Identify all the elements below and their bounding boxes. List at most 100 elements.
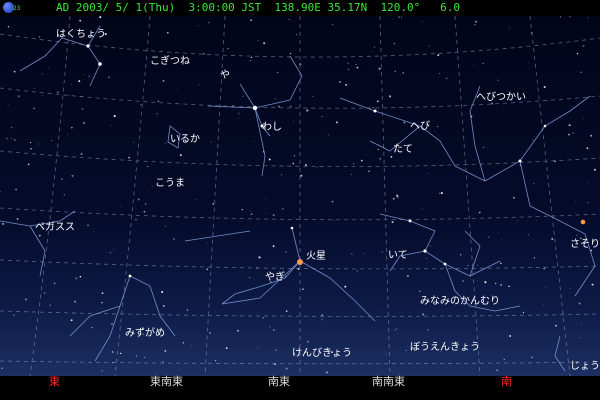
direction-sse[interactable]: 南南東 xyxy=(372,376,405,388)
background-star xyxy=(392,197,395,200)
background-star xyxy=(74,300,77,303)
background-star xyxy=(304,163,307,166)
background-star xyxy=(379,157,382,160)
background-star xyxy=(422,20,424,22)
background-star xyxy=(135,355,137,357)
background-star xyxy=(13,70,16,73)
background-star xyxy=(10,126,13,129)
background-star xyxy=(6,137,8,140)
background-star xyxy=(588,181,590,183)
background-star xyxy=(484,281,487,284)
background-star xyxy=(147,166,149,168)
background-star xyxy=(0,190,1,193)
label-mars[interactable]: 火星 xyxy=(306,251,326,263)
background-star xyxy=(516,220,518,222)
background-star xyxy=(166,31,169,34)
background-star xyxy=(576,53,579,55)
background-star xyxy=(13,314,15,316)
background-star xyxy=(402,72,404,74)
background-star xyxy=(265,213,267,215)
label-ite: いて xyxy=(388,250,408,261)
background-star xyxy=(24,298,27,301)
background-star xyxy=(280,174,283,176)
label-minaminokanmuri: みなみのかんむり xyxy=(420,296,500,307)
background-star xyxy=(551,237,554,240)
logo-label: 23 xyxy=(13,5,21,12)
background-star xyxy=(373,46,376,48)
background-star xyxy=(591,283,594,286)
background-star xyxy=(38,234,41,237)
background-star xyxy=(107,76,110,79)
background-star xyxy=(250,19,252,21)
mars-marker[interactable] xyxy=(297,259,303,265)
background-star xyxy=(148,189,150,191)
background-star xyxy=(83,74,84,76)
background-star xyxy=(321,115,323,117)
background-star xyxy=(351,174,352,176)
background-star xyxy=(113,115,116,118)
direction-se[interactable]: 南東 xyxy=(268,376,290,388)
background-star xyxy=(133,141,135,143)
sky-view[interactable]: はくちょう こぎつね や へびつかい いるか わし へび たて こうま ペガスス… xyxy=(0,16,600,376)
background-star xyxy=(285,310,288,312)
background-star xyxy=(119,352,122,355)
background-star xyxy=(179,154,182,157)
background-star xyxy=(321,319,323,321)
label-kouma: こうま xyxy=(155,178,185,189)
background-star xyxy=(273,329,275,331)
background-star xyxy=(91,326,93,329)
background-star xyxy=(101,292,104,295)
background-star xyxy=(156,113,158,115)
background-star xyxy=(576,234,578,236)
background-star xyxy=(206,268,208,271)
background-star xyxy=(75,277,78,280)
background-star xyxy=(290,105,292,107)
background-star xyxy=(119,205,121,207)
background-star xyxy=(253,140,255,142)
background-star xyxy=(71,174,74,177)
background-star xyxy=(437,54,440,57)
background-star xyxy=(385,353,387,355)
background-star xyxy=(30,148,32,150)
background-star xyxy=(332,24,334,26)
background-star xyxy=(165,226,167,228)
planetarium-window: 23 AD 2003/ 5/ 1(Thu) 3:00:00 JST 138.90… xyxy=(0,0,600,400)
background-star xyxy=(109,252,111,254)
background-star xyxy=(143,357,145,358)
background-star xyxy=(83,122,85,124)
background-star xyxy=(258,256,261,259)
background-star xyxy=(543,85,546,89)
background-star xyxy=(360,159,363,162)
background-star xyxy=(418,309,420,311)
background-star xyxy=(345,84,347,86)
background-star xyxy=(306,109,309,112)
background-star xyxy=(39,36,41,38)
background-star xyxy=(16,218,19,220)
label-pegasus: ペガスス xyxy=(35,222,75,233)
background-star xyxy=(497,79,499,81)
background-star xyxy=(578,302,581,305)
background-star xyxy=(249,59,252,62)
background-star xyxy=(162,361,164,363)
background-star xyxy=(176,89,178,91)
background-star xyxy=(316,167,318,169)
label-hakuchou: はくちょう xyxy=(56,29,106,40)
direction-s[interactable]: 南 xyxy=(501,376,512,388)
background-star xyxy=(33,107,35,110)
antares-star[interactable] xyxy=(580,219,586,225)
label-hebitsukai: へびつかい xyxy=(476,92,526,103)
background-star xyxy=(68,94,70,96)
background-star xyxy=(395,328,397,330)
background-star xyxy=(533,257,535,259)
background-star xyxy=(500,284,502,286)
background-star xyxy=(225,347,228,349)
label-yagi: やぎ xyxy=(265,272,285,283)
background-star xyxy=(242,95,244,98)
background-star xyxy=(528,62,529,63)
background-star xyxy=(302,288,304,290)
direction-ese[interactable]: 東南東 xyxy=(150,376,183,388)
background-star xyxy=(162,79,165,82)
label-boenkyou: ぼうえんきょう xyxy=(410,342,480,353)
direction-e[interactable]: 東 xyxy=(49,376,60,388)
background-star xyxy=(263,42,266,45)
